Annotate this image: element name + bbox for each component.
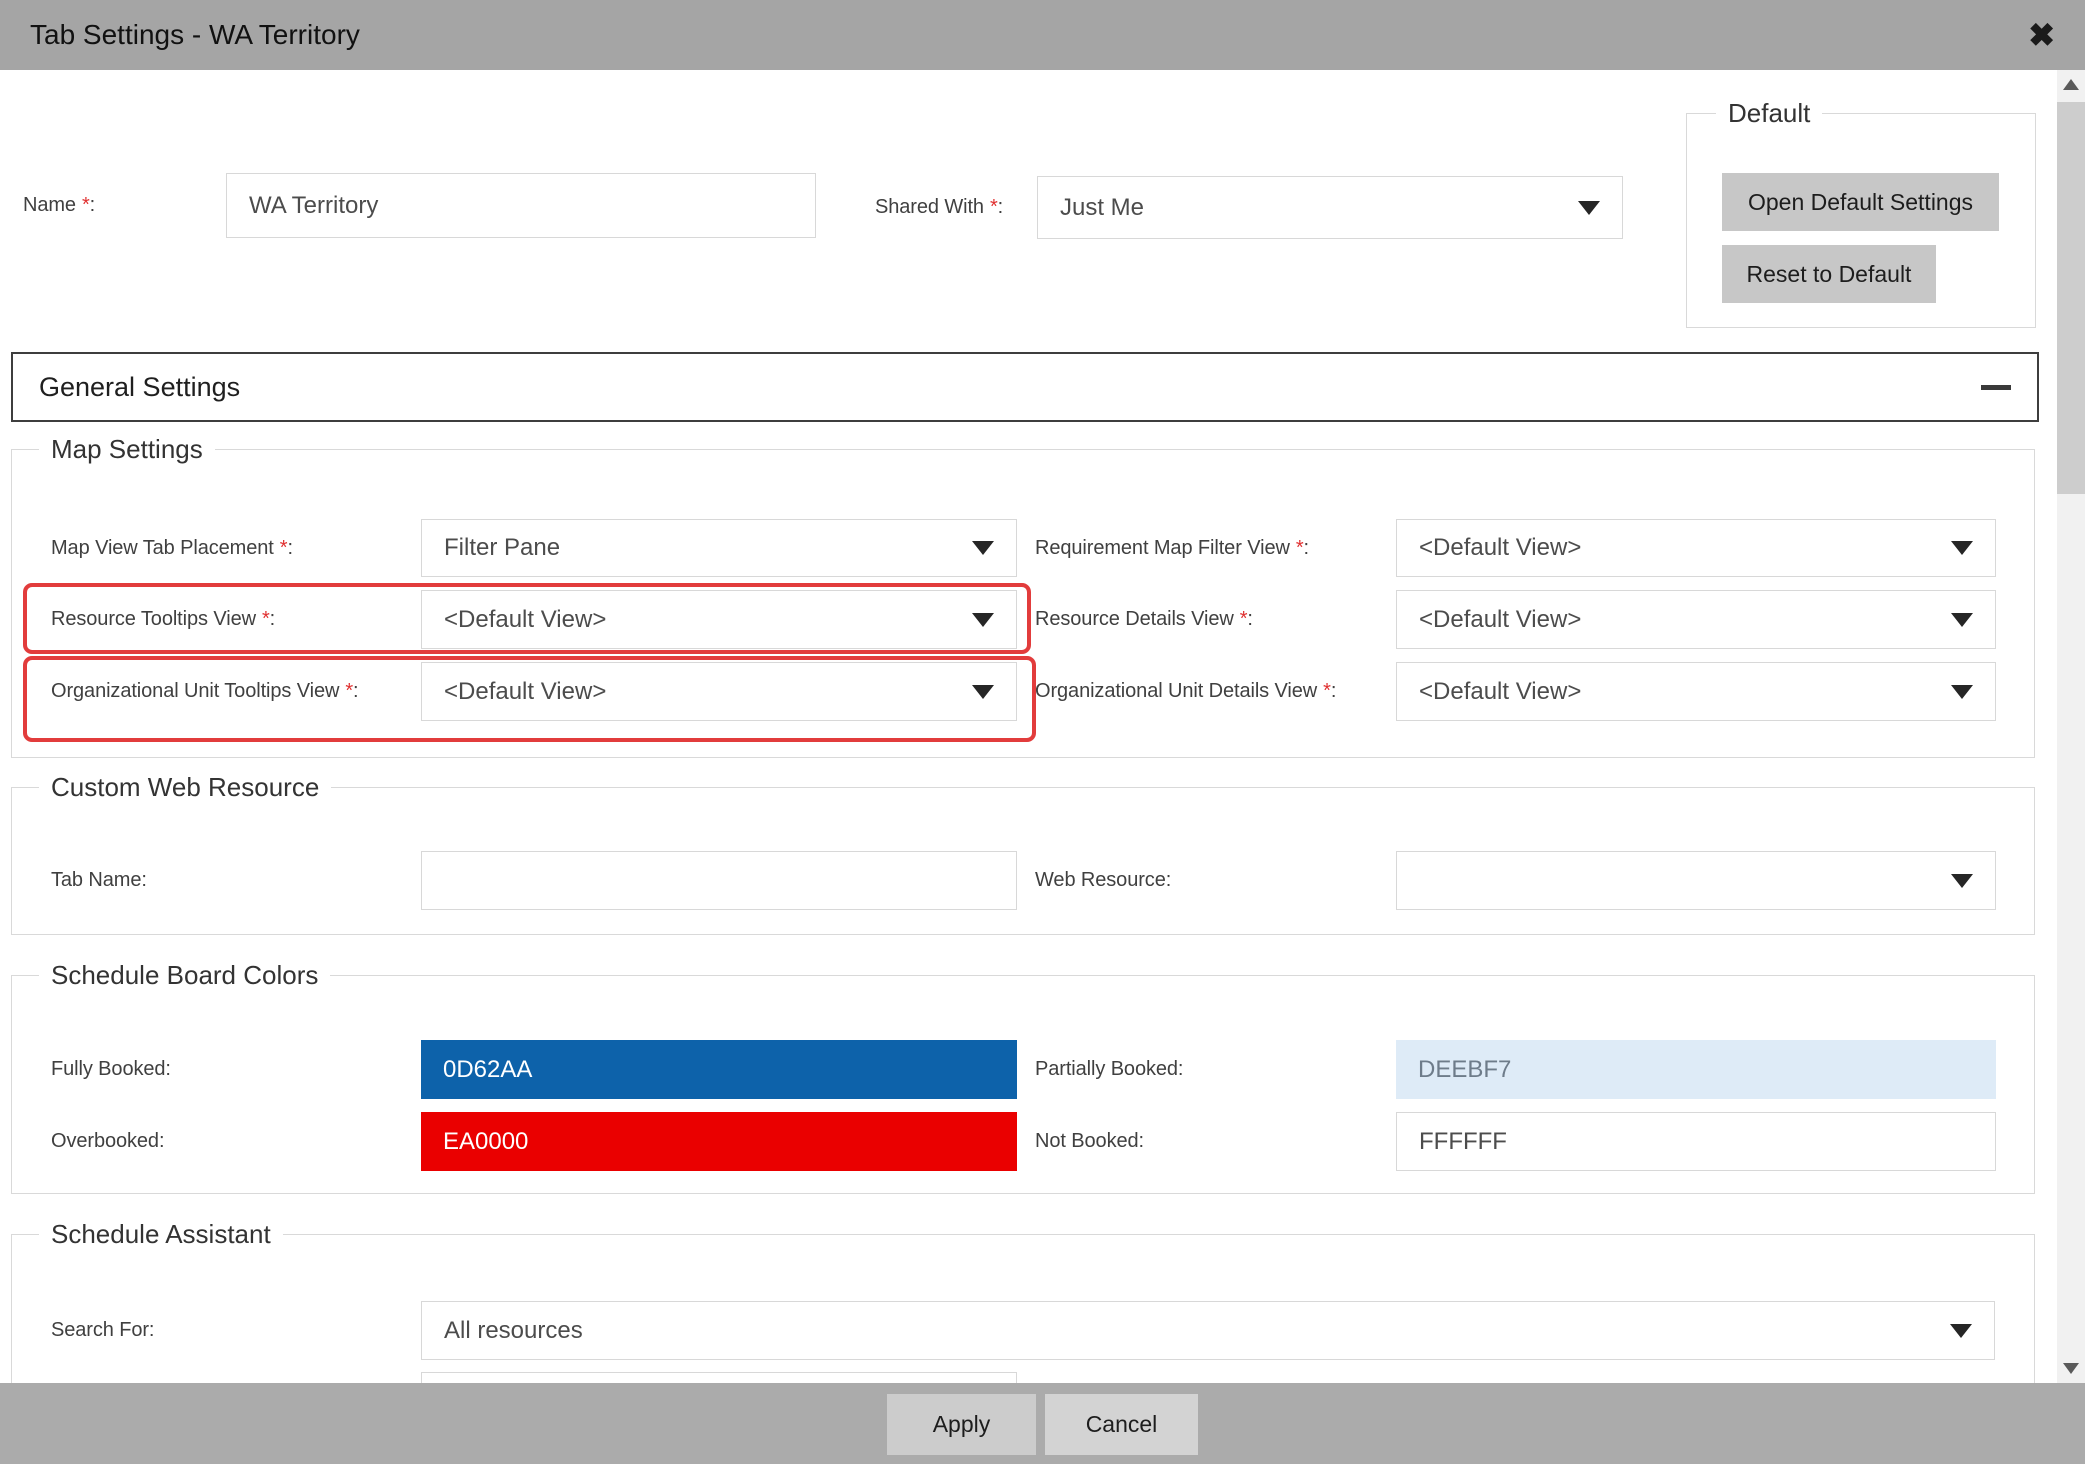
cancel-button[interactable]: Cancel (1045, 1394, 1198, 1455)
chevron-down-icon (1951, 685, 1973, 699)
requirement-map-filter-view-dropdown[interactable]: <Default View> (1396, 519, 1996, 577)
general-settings-header[interactable]: General Settings (11, 352, 2039, 422)
scrollbar-thumb[interactable] (2057, 102, 2085, 494)
fully-booked-label: Fully Booked: (51, 1040, 171, 1099)
required-marker: * (1323, 680, 1331, 703)
map-view-tab-placement-dropdown[interactable]: Filter Pane (421, 519, 1017, 577)
vertical-scrollbar[interactable] (2057, 70, 2085, 1383)
search-for-dropdown[interactable]: All resources (421, 1301, 1995, 1360)
tab-name-label: Tab Name: (51, 851, 147, 910)
required-marker: * (1240, 608, 1248, 631)
custom-web-resource-legend: Custom Web Resource (39, 771, 331, 803)
web-resource-dropdown[interactable] (1396, 851, 1996, 910)
resource-tooltips-view-label: Resource Tooltips View*: (51, 590, 275, 649)
requirement-map-filter-view-label: Requirement Map Filter View*: (1035, 519, 1309, 577)
apply-button[interactable]: Apply (887, 1394, 1036, 1455)
organizational-unit-tooltips-view-dropdown[interactable]: <Default View> (421, 662, 1017, 721)
open-default-settings-button[interactable]: Open Default Settings (1722, 173, 1999, 231)
overbooked-label: Overbooked: (51, 1112, 164, 1171)
schedule-assistant-legend: Schedule Assistant (39, 1218, 283, 1250)
map-view-tab-placement-label: Map View Tab Placement*: (51, 519, 293, 577)
organizational-unit-details-view-label: Organizational Unit Details View*: (1035, 662, 1336, 721)
resource-tooltips-view-dropdown[interactable]: <Default View> (421, 590, 1017, 649)
not-booked-color-field[interactable]: FFFFFF (1396, 1112, 1996, 1171)
resource-details-view-label: Resource Details View*: (1035, 590, 1253, 649)
map-settings-legend: Map Settings (39, 433, 215, 465)
required-marker: * (990, 196, 998, 219)
resource-details-view-dropdown[interactable]: <Default View> (1396, 590, 1996, 649)
chevron-down-icon (1951, 874, 1973, 888)
chevron-down-icon (972, 541, 994, 555)
chevron-down-icon (972, 613, 994, 627)
required-marker: * (1296, 537, 1304, 560)
shared-with-label: Shared With*: (875, 176, 1003, 239)
overbooked-color-field[interactable]: EA0000 (421, 1112, 1017, 1171)
search-for-label: Search For: (51, 1301, 154, 1360)
required-marker: * (262, 608, 270, 631)
name-input-value: WA Territory (249, 192, 378, 220)
close-icon[interactable]: ✖ (2028, 19, 2055, 51)
organizational-unit-tooltips-view-label: Organizational Unit Tooltips View*: (51, 662, 359, 721)
chevron-down-icon (1951, 613, 1973, 627)
fully-booked-color-field[interactable]: 0D62AA (421, 1040, 1017, 1099)
default-group-legend: Default (1716, 97, 1822, 129)
shared-with-dropdown[interactable]: Just Me (1037, 176, 1623, 239)
required-marker: * (82, 194, 90, 217)
reset-to-default-button[interactable]: Reset to Default (1722, 245, 1936, 303)
partially-booked-label: Partially Booked: (1035, 1040, 1183, 1099)
required-marker: * (280, 537, 288, 560)
partially-booked-color-field[interactable]: DEEBF7 (1396, 1040, 1996, 1099)
tab-name-input[interactable] (421, 851, 1017, 910)
web-resource-label: Web Resource: (1035, 851, 1171, 910)
scroll-up-icon[interactable] (2063, 79, 2079, 90)
general-settings-title: General Settings (39, 372, 240, 403)
name-label: Name*: (23, 173, 95, 238)
name-input[interactable]: WA Territory (226, 173, 816, 238)
dialog-title: Tab Settings - WA Territory (30, 19, 360, 51)
organizational-unit-details-view-dropdown[interactable]: <Default View> (1396, 662, 1996, 721)
chevron-down-icon (1578, 201, 1600, 215)
scroll-down-icon[interactable] (2063, 1363, 2079, 1374)
not-booked-label: Not Booked: (1035, 1112, 1144, 1171)
chevron-down-icon (1951, 541, 1973, 555)
tab-settings-dialog: { "ui": { "required_marker": "*", "colon… (0, 0, 2085, 1464)
footer-bar (0, 1383, 2085, 1464)
chevron-down-icon (972, 685, 994, 699)
titlebar: Tab Settings - WA Territory ✖ (0, 0, 2085, 70)
required-marker: * (345, 680, 353, 703)
shared-with-value: Just Me (1060, 194, 1144, 222)
chevron-down-icon (1950, 1324, 1972, 1338)
schedule-board-colors-legend: Schedule Board Colors (39, 959, 330, 991)
collapse-icon[interactable] (1981, 385, 2011, 390)
